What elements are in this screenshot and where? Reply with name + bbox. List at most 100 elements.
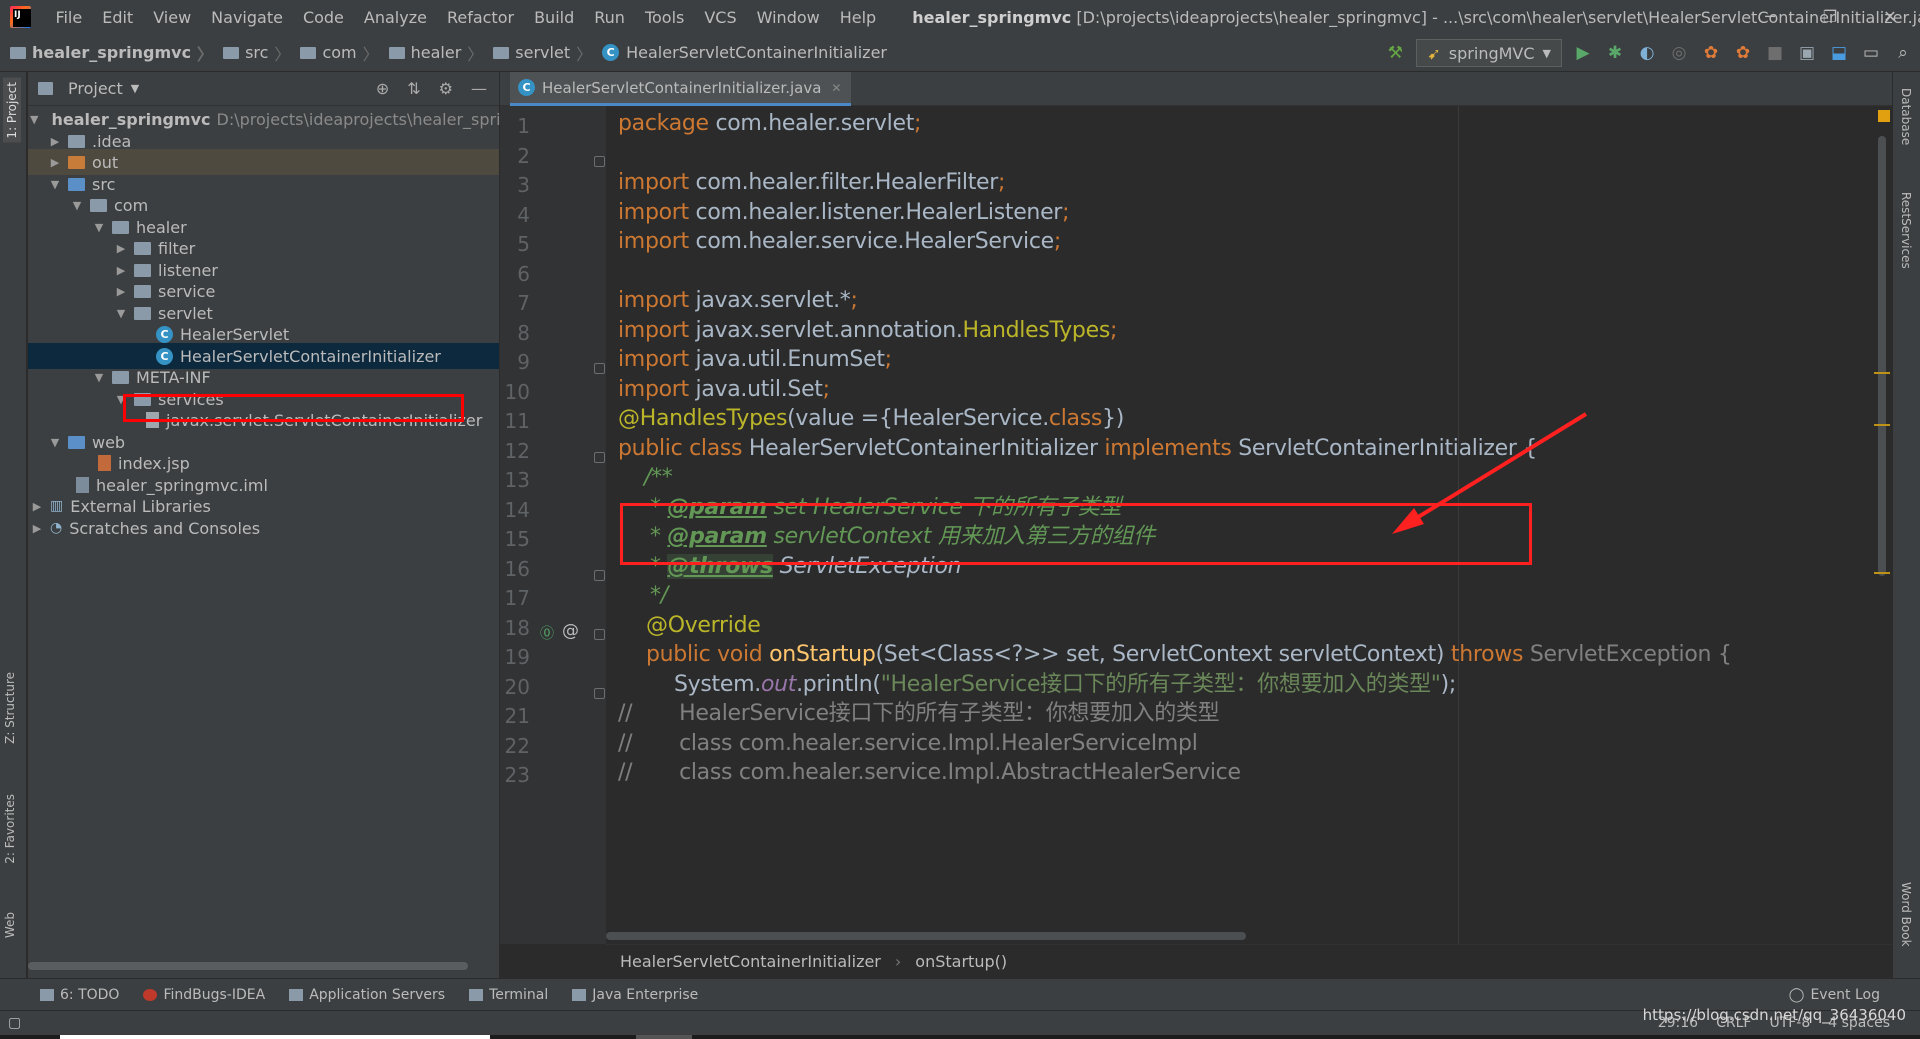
window-controls: ─ ❐ ✕	[1740, 0, 1920, 34]
toggle-tool-windows-icon[interactable]: ▢	[8, 1015, 21, 1031]
annotation-at-icon[interactable]: @	[562, 621, 579, 641]
tool-tab-structure[interactable]: Z: Structure	[3, 672, 17, 744]
tool-app-servers[interactable]: Application Servers	[277, 987, 457, 1003]
collapse-all-icon[interactable]: ⇅	[407, 79, 420, 98]
close-button[interactable]: ✕	[1860, 0, 1920, 34]
editor-horizontal-scrollbar[interactable]	[606, 932, 1246, 940]
editor-tab-active[interactable]: C HealerServletContainerInitializer.java…	[510, 72, 852, 106]
implements-method-icon[interactable]: ⓪	[540, 623, 554, 643]
fold-marker-icon[interactable]	[594, 363, 605, 374]
build-artifacts-icon[interactable]: ✿	[1700, 42, 1722, 64]
locate-file-icon[interactable]: ⊕	[376, 79, 389, 98]
menu-file[interactable]: File	[45, 8, 92, 27]
tool-tab-database[interactable]: Database	[1899, 88, 1913, 145]
breadcrumb-method[interactable]: onStartup()	[915, 952, 1007, 971]
run-icon[interactable]: ▶	[1572, 42, 1594, 64]
build-hammer-icon[interactable]: ⚒	[1384, 42, 1406, 64]
gear-icon[interactable]: ⚙	[439, 79, 453, 98]
tool-terminal[interactable]: Terminal	[457, 987, 560, 1003]
nav-crumb-healer[interactable]: healer 〉	[379, 41, 483, 65]
event-log-icon: ◯	[1788, 986, 1805, 1003]
fold-marker-icon[interactable]	[594, 452, 605, 463]
warning-status-icon[interactable]	[1878, 110, 1890, 122]
tool-tab-rest-services[interactable]: RestServices	[1899, 192, 1913, 269]
warning-marker[interactable]	[1874, 372, 1890, 374]
nav-crumb-class[interactable]: C HealerServletContainerInitializer	[592, 43, 887, 62]
folder-icon	[223, 46, 240, 59]
tool-tab-word-book[interactable]: Word Book	[1899, 882, 1913, 947]
line-number: 4	[517, 203, 530, 227]
package-icon	[134, 263, 151, 277]
chevron-right-icon: 〉	[274, 44, 291, 64]
fold-marker-icon[interactable]	[594, 688, 605, 699]
coverage-icon[interactable]: ◐	[1636, 42, 1658, 64]
nav-crumb-src[interactable]: src 〉	[213, 41, 290, 65]
menu-tools[interactable]: Tools	[635, 8, 694, 27]
tool-tab-favorites[interactable]: 2: Favorites	[3, 794, 17, 864]
tool-java-enterprise[interactable]: Java Enterprise	[560, 987, 710, 1003]
search-icon[interactable]: ⌕	[1892, 42, 1914, 64]
tool-tab-project[interactable]: 1: Project	[3, 78, 21, 143]
menu-edit[interactable]: Edit	[92, 8, 143, 27]
run-configuration-select[interactable]: ➹ springMVC ▼	[1416, 39, 1562, 67]
warning-marker[interactable]	[1874, 572, 1890, 574]
line-number: 9	[517, 350, 530, 374]
fold-marker-icon[interactable]	[594, 156, 605, 167]
collapsed-arrow-icon: ▶	[116, 263, 126, 277]
minimize-button[interactable]: ─	[1740, 0, 1800, 34]
debug-icon[interactable]: ✱	[1604, 42, 1626, 64]
menu-analyze[interactable]: Analyze	[354, 8, 437, 27]
warning-marker[interactable]	[1874, 424, 1890, 426]
menu-refactor[interactable]: Refactor	[437, 8, 524, 27]
project-structure-icon[interactable]: ▣	[1796, 42, 1818, 64]
code-token: com.healer.servlet	[708, 111, 915, 136]
code-token: ;	[1053, 229, 1062, 254]
tool-findbugs[interactable]: FindBugs-IDEA	[131, 987, 277, 1003]
nav-crumb-servlet[interactable]: servlet 〉	[483, 41, 592, 65]
tool-todo[interactable]: 6: TODO	[0, 987, 131, 1003]
code-token: HandlesTypes	[962, 318, 1111, 343]
tree-item-label: healer	[136, 217, 187, 237]
nav-crumb-project[interactable]: healer_springmvc 〉	[0, 41, 213, 65]
menu-build[interactable]: Build	[524, 8, 584, 27]
event-log-button[interactable]: ◯ Event Log	[1789, 987, 1920, 1003]
nav-crumb-label: src	[245, 43, 269, 62]
taskbar-item	[636, 1035, 692, 1039]
menu-run[interactable]: Run	[584, 8, 635, 27]
code-line-23: // class com.healer.service.Impl.Abstrac…	[618, 755, 1241, 791]
close-icon[interactable]: ✕	[831, 81, 841, 95]
tree-item-scratches[interactable]: ▶ ◔ Scratches and Consoles	[28, 515, 499, 541]
menu-navigate[interactable]: Navigate	[201, 8, 293, 27]
restore-button[interactable]: ❐	[1800, 0, 1860, 34]
menu-view[interactable]: View	[143, 8, 201, 27]
rebuild-icon[interactable]: ✿	[1732, 42, 1754, 64]
nav-crumb-com[interactable]: com 〉	[290, 41, 379, 65]
hide-panel-icon[interactable]: —	[471, 79, 487, 98]
translate-icon[interactable]: ⬓	[1828, 42, 1850, 64]
breadcrumb-class[interactable]: HealerServletContainerInitializer	[620, 952, 881, 971]
menu-code[interactable]: Code	[293, 8, 354, 27]
code-token: import	[618, 229, 689, 254]
presentation-icon[interactable]: ▭	[1860, 42, 1882, 64]
tree-item-label: META-INF	[136, 367, 211, 387]
tool-tab-web[interactable]: Web	[3, 912, 17, 938]
project-view-selector[interactable]: Project ▼	[38, 79, 139, 98]
folder-icon	[388, 46, 405, 59]
project-horizontal-scrollbar[interactable]	[28, 962, 468, 970]
fold-marker-icon[interactable]	[594, 570, 605, 581]
menu-help[interactable]: Help	[830, 8, 886, 27]
menu-vcs[interactable]: VCS	[694, 8, 746, 27]
code-token: ;	[822, 377, 830, 402]
jsp-file-icon	[98, 455, 111, 471]
module-file-icon	[76, 477, 89, 493]
code-token: "HealerService接口下的所有子类型：你想要加入的类型"	[880, 672, 1441, 697]
library-icon: ▥	[50, 498, 64, 514]
code-line-5: import com.healer.service.HealerService;	[618, 224, 1061, 260]
fold-marker-icon[interactable]	[594, 629, 605, 640]
project-panel-header: Project ▼ ⊕ ⇅ ⚙ —	[28, 72, 499, 106]
menu-window[interactable]: Window	[747, 8, 830, 27]
stop-icon[interactable]: ■	[1764, 42, 1786, 64]
code-token: import	[618, 377, 689, 402]
editor-vertical-scrollbar[interactable]	[1878, 136, 1886, 576]
profile-icon[interactable]: ◎	[1668, 42, 1690, 64]
